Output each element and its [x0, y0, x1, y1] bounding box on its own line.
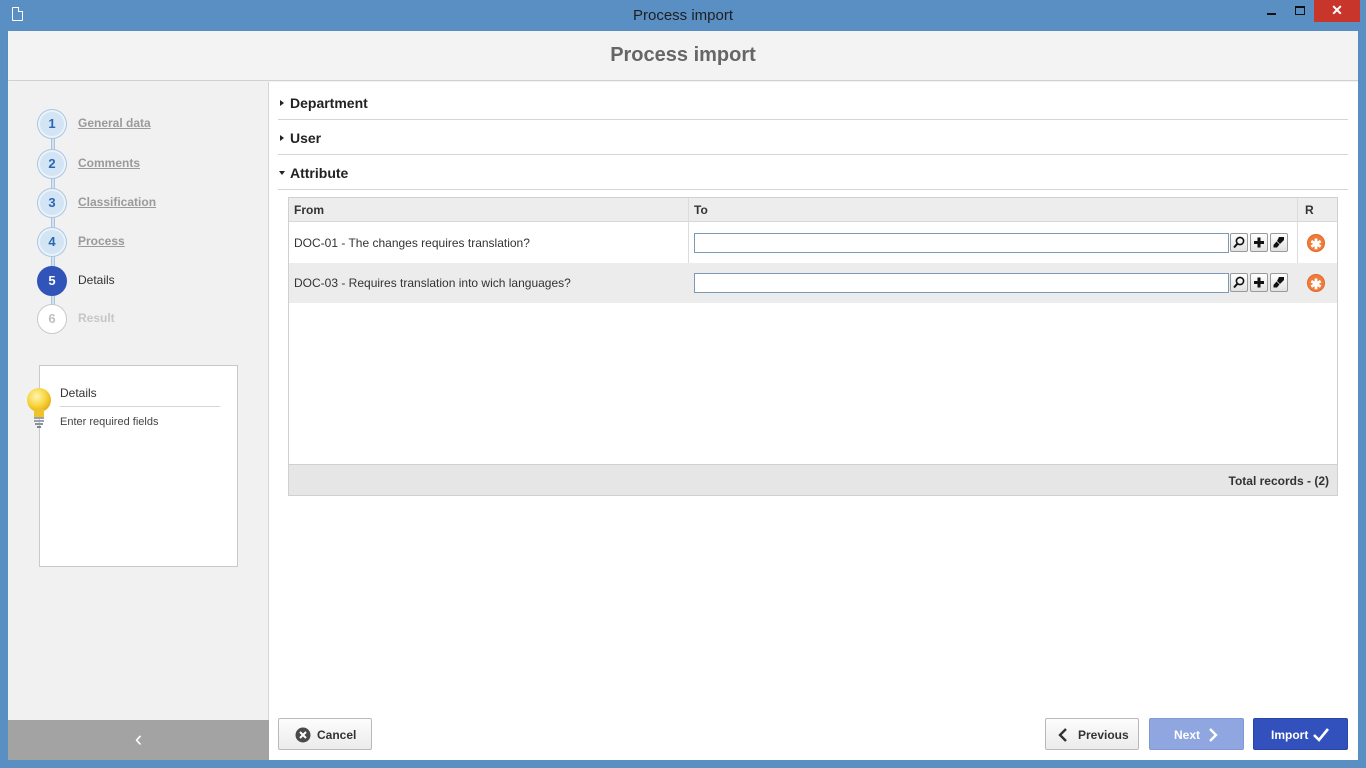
step-number: 3 [38, 189, 66, 217]
hint-panel: Details Enter required fields [39, 365, 238, 567]
total-records-label: Total records [1228, 474, 1304, 488]
column-header-from[interactable]: From [294, 198, 324, 222]
import-label: Import [1271, 728, 1309, 742]
column-header-to[interactable]: To [694, 198, 708, 222]
step-label[interactable]: General data [78, 116, 151, 130]
hint-text: Enter required fields [60, 416, 159, 428]
step-number: 1 [38, 110, 66, 138]
row-from-text: DOC-01 - The changes requires translatio… [294, 236, 530, 250]
next-label: Next [1174, 728, 1201, 742]
step-number: 6 [38, 305, 66, 333]
grid-header: From To R [289, 198, 1337, 222]
search-icon [1233, 236, 1245, 249]
lightbulb-icon [27, 388, 51, 428]
search-button[interactable] [1230, 233, 1248, 252]
caret-right-icon [280, 100, 284, 106]
previous-label: Previous [1078, 728, 1129, 742]
chevron-left-icon: ‹ [134, 726, 143, 751]
page-header: Process import [8, 31, 1358, 81]
cancel-icon [295, 727, 311, 743]
section-title: User [290, 130, 322, 146]
grid-footer: Total records - (2) [289, 464, 1337, 495]
import-button[interactable]: Import [1253, 718, 1348, 750]
clear-button[interactable] [1270, 233, 1288, 252]
step-comments[interactable]: 2 Comments [38, 150, 238, 180]
section-user[interactable]: User [278, 121, 1348, 155]
step-label: Details [78, 273, 115, 287]
table-row: DOC-01 - The changes requires translatio… [289, 223, 1337, 263]
section-title: Attribute [290, 165, 349, 181]
add-button[interactable] [1250, 233, 1268, 252]
plus-icon [1254, 277, 1264, 288]
window-title: Process import [632, 7, 734, 24]
page-title: Process import [610, 44, 756, 66]
previous-button[interactable]: Previous [1045, 718, 1139, 750]
section-attribute[interactable]: Attribute [278, 156, 1348, 190]
to-value-input[interactable] [694, 233, 1229, 253]
asterisk-icon: ✱ [1310, 236, 1322, 252]
remove-row-button[interactable]: ✱ [1307, 274, 1325, 292]
chevron-left-icon [1058, 728, 1067, 742]
dialog-frame: Process import 1 General data 2 Comments… [8, 31, 1358, 760]
remove-row-button[interactable]: ✱ [1307, 234, 1325, 252]
wizard-sidebar: 1 General data 2 Comments 3 Classificati… [8, 82, 269, 760]
cancel-label: Cancel [317, 728, 357, 742]
step-label[interactable]: Process [78, 234, 125, 248]
step-number: 4 [38, 228, 66, 256]
chevron-right-icon [1209, 728, 1218, 742]
step-process[interactable]: 4 Process [38, 228, 238, 258]
eraser-icon [1273, 277, 1284, 288]
step-label[interactable]: Comments [78, 156, 140, 170]
row-from-text: DOC-03 - Requires translation into wich … [294, 276, 571, 290]
step-label: Result [78, 311, 115, 325]
eraser-icon [1273, 237, 1284, 248]
caret-down-icon [279, 171, 285, 175]
step-general-data[interactable]: 1 General data [38, 110, 238, 140]
maximize-button[interactable] [1286, 0, 1313, 22]
window-titlebar: Process import ✕ [0, 0, 1366, 31]
asterisk-icon: ✱ [1310, 276, 1322, 292]
minimize-button[interactable] [1258, 0, 1285, 22]
close-icon: ✕ [1331, 2, 1343, 18]
search-button[interactable] [1230, 273, 1248, 292]
step-label[interactable]: Classification [78, 195, 156, 209]
search-icon [1233, 276, 1245, 289]
section-title: Department [290, 95, 368, 111]
checkmark-icon [1313, 728, 1329, 742]
minimize-icon [1267, 13, 1276, 15]
to-value-input[interactable] [694, 273, 1229, 293]
step-details: 5 Details [37, 266, 238, 297]
column-header-r[interactable]: R [1305, 198, 1314, 222]
maximize-icon [1294, 6, 1305, 15]
section-department[interactable]: Department [278, 86, 1348, 120]
step-result: 6 Result [38, 305, 238, 335]
close-button[interactable]: ✕ [1314, 0, 1360, 22]
next-button[interactable]: Next [1149, 718, 1244, 750]
hint-title: Details [60, 386, 220, 407]
plus-icon [1254, 237, 1264, 248]
step-number: 2 [38, 150, 66, 178]
add-button[interactable] [1250, 273, 1268, 292]
attribute-grid: From To R DOC-01 - The changes requires … [288, 197, 1338, 496]
cancel-button[interactable]: Cancel [278, 718, 372, 750]
collapse-sidebar-button[interactable]: ‹ [8, 720, 269, 760]
step-number: 5 [37, 266, 67, 296]
clear-button[interactable] [1270, 273, 1288, 292]
step-classification[interactable]: 3 Classification [38, 189, 238, 219]
total-records: Total records - (2) [1229, 474, 1329, 488]
main-panel: Department User Attribute From To R DOC-… [270, 82, 1358, 760]
caret-right-icon [280, 135, 284, 141]
table-row: DOC-03 - Requires translation into wich … [289, 263, 1337, 303]
total-records-value: - (2) [1303, 474, 1329, 488]
